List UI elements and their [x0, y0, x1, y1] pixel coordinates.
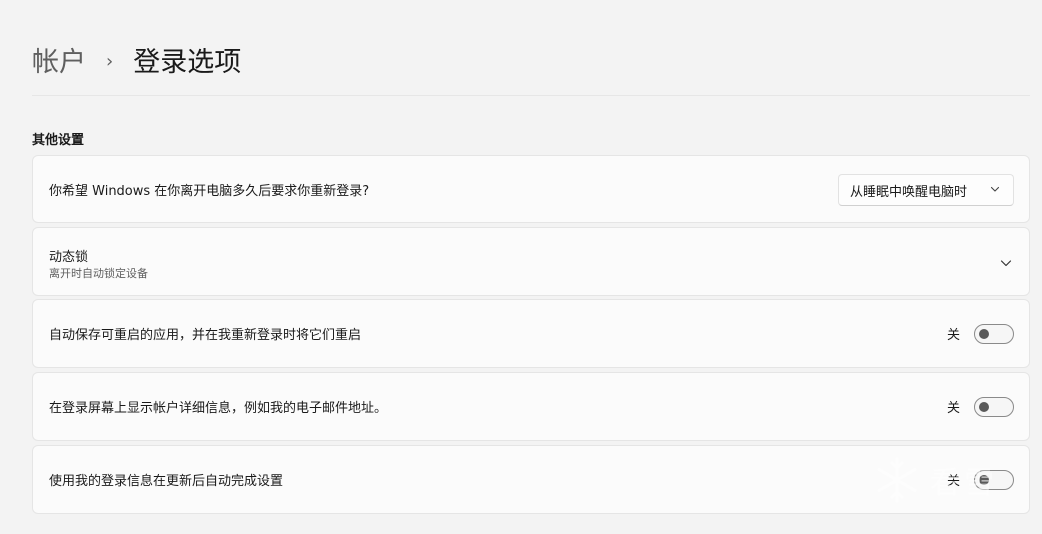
toggle-state-label: 关 [946, 401, 960, 416]
restart-apps-toggle[interactable] [974, 323, 1014, 344]
watermark: 看雪 [872, 455, 998, 505]
account-details-toggle[interactable] [974, 396, 1014, 417]
breadcrumb: 帐户 › 登录选项 [32, 44, 241, 82]
header-divider [32, 95, 1030, 96]
toggle-knob [979, 401, 989, 412]
chevron-down-icon[interactable] [999, 256, 1013, 270]
chevron-down-icon [990, 186, 1000, 192]
setting-dynamic-lock[interactable]: 动态锁 离开时自动锁定设备 [32, 227, 1030, 296]
breadcrumb-parent-accounts[interactable]: 帐户 [32, 44, 86, 82]
setting-restart-apps: 自动保存可重启的应用，并在我重新登录时将它们重启 关 [32, 299, 1030, 368]
signin-required-dropdown[interactable]: 从睡眠中唤醒电脑时 [838, 174, 1014, 206]
section-title-other-settings: 其他设置 [32, 133, 85, 148]
setting-label: 你希望 Windows 在你离开电脑多久后要求你重新登录? [49, 183, 370, 199]
setting-account-details: 在登录屏幕上显示帐户详细信息，例如我的电子邮件地址。 关 [32, 372, 1030, 441]
breadcrumb-separator: › [106, 51, 114, 72]
snowflake-icon [877, 457, 917, 503]
setting-signin-required: 你希望 Windows 在你离开电脑多久后要求你重新登录? 从睡眠中唤醒电脑时 [32, 155, 1030, 223]
setting-title: 动态锁 [49, 250, 89, 265]
toggle-knob [979, 328, 989, 339]
toggle-group: 关 [946, 396, 1014, 417]
toggle-group: 关 [946, 323, 1014, 344]
setting-subtitle: 离开时自动锁定设备 [49, 267, 148, 280]
page-title: 登录选项 [133, 47, 242, 78]
setting-label: 在登录屏幕上显示帐户详细信息，例如我的电子邮件地址。 [49, 401, 388, 416]
setting-label: 使用我的登录信息在更新后自动完成设置 [49, 474, 284, 489]
setting-label: 自动保存可重启的应用，并在我重新登录时将它们重启 [49, 328, 362, 343]
dropdown-value: 从睡眠中唤醒电脑时 [850, 184, 968, 200]
toggle-state-label: 关 [946, 328, 960, 343]
watermark-text: 看雪 [930, 466, 998, 501]
